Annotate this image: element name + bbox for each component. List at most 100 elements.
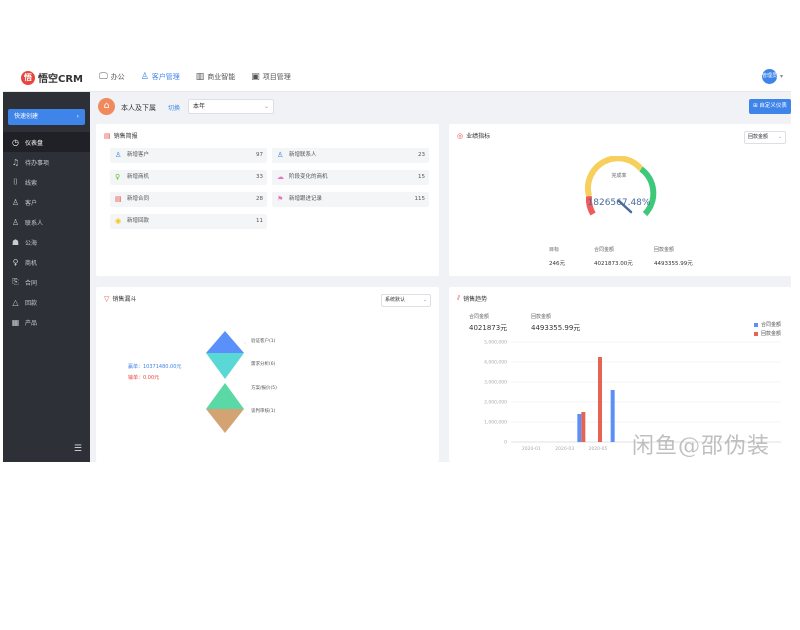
sidebar-item-label: 商机 [25, 259, 38, 267]
legend-item[interactable]: 回款金额 [753, 330, 781, 337]
payment-icon: △ [12, 297, 19, 307]
sidebar-item-dashboard[interactable]: ◷ 仪表盘 [3, 132, 90, 152]
sidebar-item-label: 客户 [25, 199, 38, 207]
nav-office[interactable]: 🖵 办公 [99, 72, 125, 82]
nav-label: 办公 [110, 73, 125, 81]
performance-title: 业绩指标 [466, 133, 491, 140]
y-tick-label: 0 [504, 440, 507, 446]
target-column: 目标 246元 [549, 246, 565, 267]
y-tick-label: 4,000,000 [484, 360, 507, 366]
gauge-svg [585, 155, 657, 217]
line-chart-icon: ⫽ [457, 294, 461, 302]
contract-icon: ▤ [115, 195, 122, 203]
period-value: 本年 [193, 103, 206, 110]
stat-item[interactable]: ♙ 新增联系人 23 [272, 148, 429, 163]
monitor-icon: 🖵 [99, 72, 108, 82]
follow-icon: ⚑ [277, 195, 284, 203]
product-icon: ▦ [11, 317, 20, 327]
stat-label: 新增合同 [127, 196, 150, 202]
top-bar: 悟 悟空CRM 🖵 办公 ♙ 客户管理 ▥ 商业智能 ▣ 项目管理 管理员 ▾ [3, 62, 791, 92]
briefcase-icon: ▣ [251, 72, 260, 82]
card-title: ▽ 销售漏斗 [104, 294, 136, 304]
contact-icon: ♙ [11, 217, 20, 227]
sidebar-item-leads[interactable]: ⌷ 线索 [3, 172, 90, 192]
summary-value: 4021873元 [469, 324, 508, 332]
column-label: 合同金额 [594, 247, 615, 253]
trend-title: 销售趋势 [463, 296, 488, 303]
stat-item[interactable]: ☁ 阶段变化的商机 15 [272, 170, 429, 185]
sidebar-item-opportunities[interactable]: ♀ 商机 [3, 252, 90, 272]
sidebar-item-contracts[interactable]: ⎘ 合同 [3, 272, 90, 292]
stat-item[interactable]: ▤ 新增合同 28 [110, 192, 267, 207]
cloud-icon: ☁ [277, 173, 284, 181]
column-label: 回款金额 [654, 247, 675, 253]
scope-label: 本人及下属 [121, 104, 156, 112]
stat-value: 33 [256, 174, 263, 180]
y-tick-label: 3,000,000 [484, 380, 507, 386]
sidebar-item-products[interactable]: ▦ 产品 [3, 312, 90, 332]
contact-icon: ♙ [277, 151, 284, 159]
switch-link[interactable]: 切换 [168, 103, 180, 112]
stat-label: 阶段变化的商机 [289, 174, 328, 180]
bar [581, 412, 586, 442]
chevron-down-icon: ⌄ [263, 103, 269, 110]
sidebar-item-payments[interactable]: △ 回款 [3, 292, 90, 312]
nav-project[interactable]: ▣ 项目管理 [251, 72, 291, 82]
funnel-select[interactable]: 系统默认 ⌄ [381, 294, 431, 307]
column-value: 4493355.99元 [654, 261, 693, 267]
summary-value: 4493355.99元 [531, 324, 581, 332]
funnel-chart [206, 331, 246, 433]
quick-create-label: 快速创建 [14, 113, 39, 120]
metric-select[interactable]: 回款金额 ⌄ [744, 131, 786, 144]
gauge-label: 完成率 [611, 173, 627, 179]
sales-brief-card: ▤ 销售简报 ♙ 新增客户 97 ♙ 新增联系人 23 ♀ 新增商机 33 ☁ 阶段变化的商机 15 ▤ 新… [96, 124, 439, 276]
users-icon: ♙ [140, 72, 149, 82]
bar [610, 390, 615, 442]
bar [577, 414, 582, 442]
stat-item[interactable]: ♙ 新增客户 97 [110, 148, 267, 163]
legend-label: 合同金额 [760, 322, 781, 328]
report-icon: ▤ [104, 131, 111, 140]
stat-value: 15 [418, 174, 425, 180]
sidebar-item-todo[interactable]: ♫ 待办事项 [3, 152, 90, 172]
stat-item[interactable]: ♀ 新增商机 33 [110, 170, 267, 185]
nav-label: 客户管理 [151, 73, 180, 81]
user-menu[interactable]: 管理员 ▾ [761, 69, 783, 84]
sidebar-item-label: 回款 [25, 299, 38, 307]
nav-customer[interactable]: ♙ 客户管理 [141, 72, 180, 82]
sidebar-item-customers[interactable]: ♙ 客户 [3, 192, 90, 212]
payment-column: 回款金额 4493355.99元 [654, 246, 693, 267]
sidebar-item-contacts[interactable]: ♙ 联系人 [3, 212, 90, 232]
stat-value: 97 [256, 152, 263, 158]
logo-text: 悟空CRM [38, 74, 83, 85]
nav-bi[interactable]: ▥ 商业智能 [196, 72, 236, 82]
nav-label: 项目管理 [262, 73, 291, 81]
customer-icon: ♙ [11, 197, 20, 207]
legend-item[interactable]: 合同金额 [753, 321, 781, 328]
logo[interactable]: 悟 悟空CRM [21, 70, 83, 85]
stat-item[interactable]: ⚑ 新增跟进记录 115 [272, 192, 429, 207]
bell-icon: ♫ [11, 157, 20, 167]
contract-column: 合同金额 4021873.00元 [594, 246, 633, 267]
stat-item[interactable]: ◉ 新增回款 11 [110, 214, 267, 229]
payment-icon: ◉ [115, 217, 122, 225]
bar [598, 357, 602, 442]
lost-amount: 输单：0.00元 [128, 375, 160, 381]
stat-value: 23 [418, 152, 425, 158]
logo-icon: 悟 [21, 70, 35, 85]
crm-app: 悟 悟空CRM 🖵 办公 ♙ 客户管理 ▥ 商业智能 ▣ 项目管理 管理员 ▾ 快速创建… [3, 62, 791, 462]
sidebar-menu: ◷ 仪表盘 ♫ 待办事项 ⌷ 线索 ♙ 客户 ♙ 联系人 ☗ 公海 ♀ 商机 ⎘ 合同 △ 回款 … [3, 132, 90, 332]
legend-swatch [753, 322, 758, 327]
sidebar-item-pool[interactable]: ☗ 公海 [3, 232, 90, 252]
collapse-menu-icon[interactable]: ☰ [74, 444, 82, 454]
funnel-select-value: 系统默认 [385, 297, 406, 303]
column-label: 目标 [549, 247, 560, 253]
chevron-down-icon: ▾ [779, 73, 783, 80]
period-select[interactable]: 本年 ⌄ [188, 99, 274, 114]
quick-create-button[interactable]: 快速创建 › [8, 109, 85, 125]
stat-label: 新增商机 [127, 174, 150, 180]
sidebar-item-label: 产品 [25, 319, 38, 327]
custom-dashboard-button[interactable]: ⊞ 自定义仪表 [749, 99, 791, 114]
funnel-stage-0 [206, 331, 244, 353]
payment-summary: 回款金额 4493355.99元 [531, 313, 580, 333]
